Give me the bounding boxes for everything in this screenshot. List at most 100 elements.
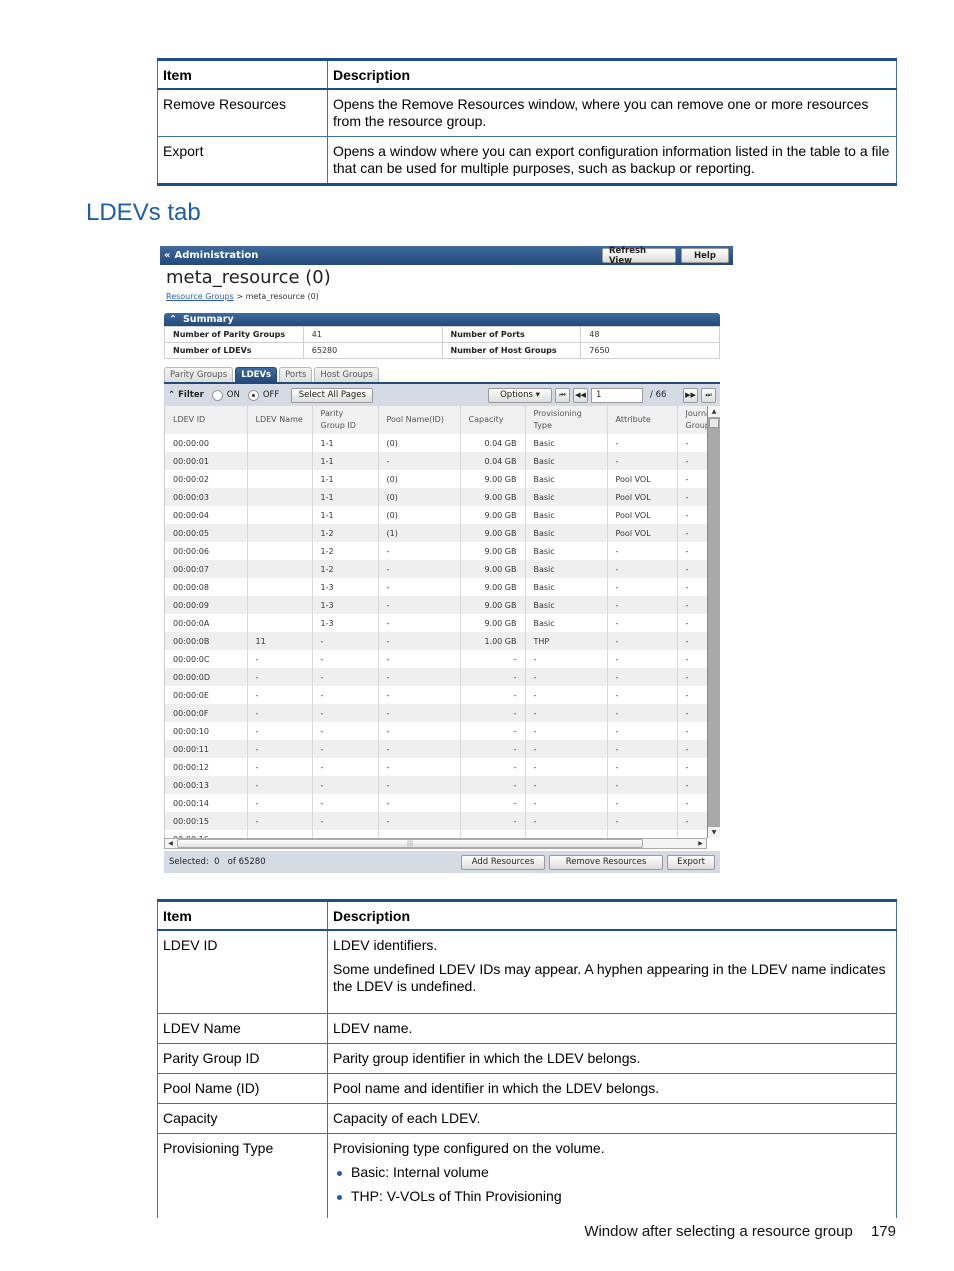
filter-toggle[interactable]: ⌃ Filter xyxy=(168,390,204,400)
description-cell: Opens the Remove Resources window, where… xyxy=(327,88,897,137)
ldev-row[interactable]: 00:00:06 1-2-9.00 GB Basic - - xyxy=(165,542,707,560)
first-page-button[interactable]: ⏮ xyxy=(555,387,570,403)
scroll-left-icon[interactable]: ◀ xyxy=(165,839,176,848)
scroll-right-icon[interactable]: ▶ xyxy=(695,839,706,848)
ldev-cell: 1-2 xyxy=(312,524,379,542)
ldev-row[interactable]: 00:00:0E - - - - - - - xyxy=(165,686,707,704)
ldev-row[interactable]: 00:00:15- - - - - - - xyxy=(165,812,707,830)
ldev-row[interactable]: 00:00:03 1-1 (0) 9.00 GB Basic Pool VOL - xyxy=(165,488,707,506)
export-button[interactable]: Export xyxy=(667,854,715,870)
ldev-cell: - xyxy=(677,578,707,596)
ldev-cell: - xyxy=(677,506,707,524)
table-row: Remove Resources Opens the Remove Resour… xyxy=(157,88,897,137)
ldev-row[interactable]: 00:00:0D - - - - - - - xyxy=(165,668,707,686)
ldev-cell: 9.00 GB xyxy=(460,614,526,632)
ldev-row[interactable]: 00:00:09 1-3-9.00 GB Basic - - xyxy=(165,596,707,614)
ldev-row[interactable]: 00:00:07 1-2-9.00 GB Basic - - xyxy=(165,560,707,578)
ldev-cell: - xyxy=(378,812,461,830)
column-header[interactable]: Capacity xyxy=(460,406,526,434)
ldev-row[interactable]: 00:00:0C - - - - - - - xyxy=(165,650,707,668)
filter-off-radio[interactable] xyxy=(247,389,259,401)
collapse-up-icon[interactable]: ⌃ xyxy=(169,314,177,325)
ldev-cell: - xyxy=(607,740,678,758)
ldev-cell: - xyxy=(677,704,707,722)
select-all-pages-button[interactable]: Select All Pages xyxy=(291,387,374,403)
breadcrumb-link-resource-groups[interactable]: Resource Groups xyxy=(166,292,234,301)
scroll-up-icon[interactable]: ▲ xyxy=(708,406,720,417)
ldev-row[interactable]: 00:00:02 1-1 (0) 9.00 GB Basic Pool VOL - xyxy=(165,470,707,488)
double-chevron-left-icon[interactable]: « xyxy=(164,250,170,261)
ldev-row[interactable]: 00:00:0B 11- -1.00 GB THP - - xyxy=(165,632,707,650)
ldev-cell xyxy=(677,830,707,838)
ldev-row[interactable]: 00:00:0F - - - - - - - xyxy=(165,704,707,722)
ldev-row[interactable]: 00:00:00 1-1 (0) 0.04 GB Basic - - xyxy=(165,434,707,452)
vertical-scrollbar[interactable]: ▲ ▼ xyxy=(707,406,720,838)
tab-ldevs[interactable]: LDEVs xyxy=(235,367,278,382)
next-page-button[interactable]: ▶▶ xyxy=(683,387,698,403)
ldev-cell: - xyxy=(378,596,461,614)
ldev-row[interactable]: 00:00:12- - - - - - - xyxy=(165,758,707,776)
top-description-table: Item Description Remove Resources Opens … xyxy=(157,58,897,186)
ldev-row[interactable]: 00:00:01 1-1-0.04 GB Basic - - xyxy=(165,452,707,470)
summary-header[interactable]: ⌃ Summary xyxy=(164,313,720,326)
horizontal-scrollbar[interactable]: ◀ ||| ▶ xyxy=(164,838,707,849)
ldev-cell: - xyxy=(525,776,608,794)
ldev-row[interactable]: 00:00:0A 1-3-9.00 GB Basic - - xyxy=(165,614,707,632)
ldev-cell: Basic xyxy=(525,452,608,470)
remove-resources-button[interactable]: Remove Resources xyxy=(549,854,663,870)
summary-value: 48 xyxy=(580,326,720,343)
ldev-cell: - xyxy=(247,650,313,668)
vertical-scroll-thumb[interactable] xyxy=(709,418,719,428)
item-cell: LDEV Name xyxy=(157,1013,328,1044)
ldev-cell xyxy=(247,470,313,488)
description-cell: LDEV identifiers. Some undefined LDEV ID… xyxy=(327,929,897,1014)
last-page-button[interactable]: ⏭ xyxy=(701,387,716,403)
ldev-row[interactable]: 00:00:16 xyxy=(165,830,707,838)
tab-host-groups[interactable]: Host Groups xyxy=(314,367,379,382)
collapse-up-icon[interactable]: ⌃ xyxy=(168,390,175,400)
tab-ports[interactable]: Ports xyxy=(279,367,313,382)
page-number-input[interactable]: 1 xyxy=(591,387,643,403)
ldev-cell: 00:00:11 xyxy=(165,740,248,758)
ldev-cell: - xyxy=(607,668,678,686)
column-header[interactable]: LDEV ID xyxy=(165,406,248,434)
ldev-cell: 00:00:12 xyxy=(165,758,248,776)
horizontal-scroll-thumb[interactable]: ||| xyxy=(177,839,643,848)
ldev-cell xyxy=(247,524,313,542)
ldev-row[interactable]: 00:00:05 1-2 (1) 9.00 GB Basic Pool VOL - xyxy=(165,524,707,542)
ldev-row[interactable]: 00:00:04 1-1 (0) 9.00 GB Basic Pool VOL - xyxy=(165,506,707,524)
ldev-cell: - xyxy=(607,776,678,794)
scroll-down-icon[interactable]: ▼ xyxy=(708,827,720,838)
ldev-cell: - xyxy=(525,794,608,812)
options-dropdown[interactable]: Options ▾ xyxy=(488,387,552,403)
column-header-description: Description xyxy=(327,58,897,90)
bullet-list: Basic: Internal volume THP: V-VOLs of Th… xyxy=(333,1164,891,1205)
column-header[interactable]: Pool Name(ID) xyxy=(378,406,461,434)
ldev-row[interactable]: 00:00:11- - - - - - - xyxy=(165,740,707,758)
ldev-cell: - xyxy=(677,740,707,758)
ldev-cell: - xyxy=(312,722,379,740)
ldev-cell: - xyxy=(378,758,461,776)
ldev-cell: - xyxy=(525,650,608,668)
ldev-cell: - xyxy=(607,614,678,632)
refresh-view-button[interactable]: Refresh View xyxy=(602,246,676,266)
ldev-row[interactable]: 00:00:08 1-3-9.00 GB Basic - - xyxy=(165,578,707,596)
column-header[interactable]: Attribute xyxy=(607,406,678,434)
app-header-bar: « Administration Refresh View Help xyxy=(160,246,733,266)
help-button[interactable]: Help xyxy=(681,248,729,263)
column-header[interactable]: Provisioning Type xyxy=(525,406,608,434)
filter-on-radio[interactable] xyxy=(211,389,223,401)
column-header[interactable]: Journal Group xyxy=(677,406,707,434)
ldev-cell: - xyxy=(312,632,379,650)
column-header[interactable]: Parity Group ID xyxy=(312,406,379,434)
previous-page-button[interactable]: ◀◀ xyxy=(573,387,588,403)
ldev-row[interactable]: 00:00:13- - - - - - - xyxy=(165,776,707,794)
app-header-title[interactable]: Administration xyxy=(174,250,258,261)
column-header[interactable]: LDEV Name xyxy=(247,406,313,434)
ldev-cell: - xyxy=(677,470,707,488)
tab-parity-groups[interactable]: Parity Groups xyxy=(164,367,234,382)
ldev-row[interactable]: 00:00:14- - - - - - - xyxy=(165,794,707,812)
add-resources-button[interactable]: Add Resources xyxy=(461,854,545,870)
ldev-cell: - xyxy=(525,668,608,686)
ldev-row[interactable]: 00:00:10- - - - - - - xyxy=(165,722,707,740)
